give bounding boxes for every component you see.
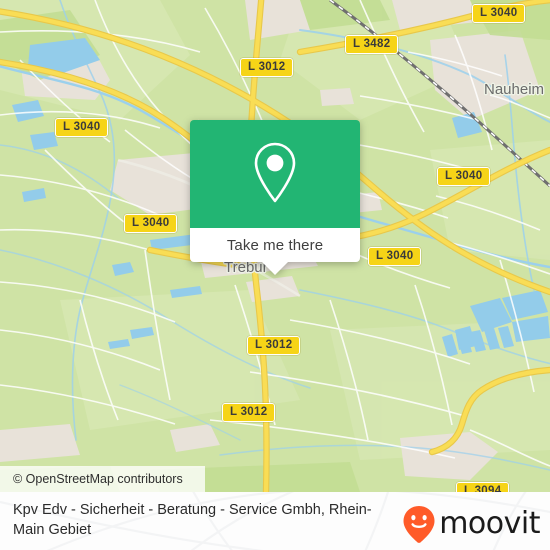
page-title: Kpv Edv - Sicherheit - Beratung - Servic… [13, 502, 372, 538]
road-shield[interactable]: L 3040 [472, 4, 526, 23]
road-shield[interactable]: L 3094 [456, 482, 510, 492]
road-shield[interactable]: L 3040 [55, 118, 109, 137]
road-shield[interactable]: L 3040 [437, 167, 491, 186]
footer-bar: Kpv Edv - Sicherheit - Beratung - Servic… [0, 492, 550, 550]
road-shield[interactable]: L 3012 [222, 403, 276, 422]
road-shield[interactable]: L 3040 [368, 247, 422, 266]
osm-attribution-text: © OpenStreetMap contributors [13, 472, 183, 486]
popup-tail [262, 262, 288, 275]
moovit-smiley-pin-icon [403, 506, 435, 543]
map-screenshot: L 3040 L 3482 L 3012 L 3040 L 3040 L 304… [0, 0, 550, 550]
map-pin-icon [254, 142, 296, 203]
road-shield[interactable]: L 3040 [124, 214, 178, 233]
road-shield[interactable]: L 3482 [345, 35, 399, 54]
place-label-nauheim: Nauheim [484, 81, 545, 98]
map-canvas[interactable]: L 3040 L 3482 L 3012 L 3040 L 3040 L 304… [0, 0, 550, 492]
popup-header [190, 120, 360, 228]
moovit-logo[interactable]: moovit [401, 504, 540, 544]
moovit-wordmark: moovit [439, 506, 540, 541]
road-shield[interactable]: L 3012 [240, 58, 294, 77]
osm-attribution[interactable]: © OpenStreetMap contributors [0, 466, 205, 492]
road-shield[interactable]: L 3012 [247, 336, 301, 355]
take-me-there-button[interactable]: Take me there [190, 228, 360, 262]
location-popup-card[interactable]: Take me there [190, 120, 360, 275]
